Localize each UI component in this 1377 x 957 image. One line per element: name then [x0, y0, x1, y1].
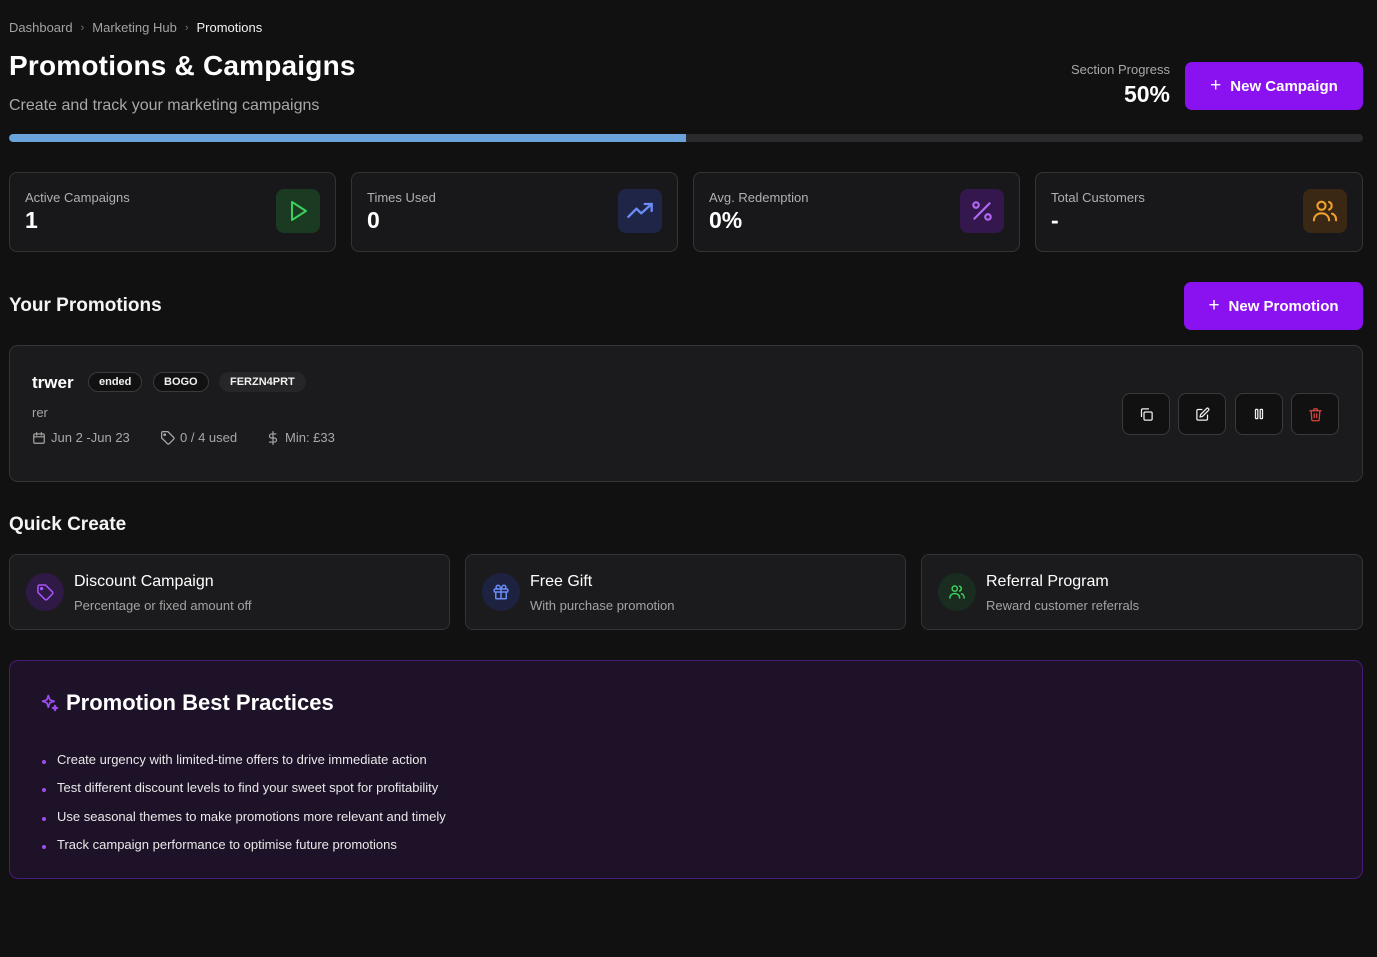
promotion-usage: 0 / 4 used — [160, 430, 237, 445]
breadcrumb: Dashboard › Marketing Hub › Promotions — [9, 20, 262, 35]
tag-icon — [26, 573, 64, 611]
breadcrumb-promotions: Promotions — [196, 20, 263, 35]
list-item: Test different discount levels to find y… — [40, 774, 446, 803]
bullet — [42, 845, 46, 850]
status-badge: ended — [88, 372, 143, 392]
tip-text: Create urgency with limited-time offers … — [57, 751, 427, 767]
delete-button[interactable] — [1291, 393, 1339, 435]
stat-value: 1 — [25, 207, 38, 233]
new-promotion-button[interactable]: + New Promotion — [1184, 282, 1363, 330]
minimum-text: Min: £33 — [285, 430, 335, 445]
chevron-right-icon: › — [80, 21, 85, 34]
quick-create-discount-campaign[interactable]: Discount Campaign Percentage or fixed am… — [9, 554, 450, 630]
promotion-description: rer — [32, 405, 48, 420]
users-icon — [938, 573, 976, 611]
bullet — [42, 759, 46, 764]
trending-up-icon — [618, 189, 662, 233]
users-icon — [1303, 189, 1347, 233]
list-item: Track campaign performance to optimise f… — [40, 831, 446, 860]
bullet — [42, 788, 46, 793]
bullet — [42, 816, 46, 821]
quick-create-title: Quick Create — [9, 514, 127, 535]
quick-create-title-text: Discount Campaign — [74, 573, 214, 590]
list-item: Create urgency with limited-time offers … — [40, 745, 446, 774]
stat-card-avg-redemption: Avg. Redemption 0% — [693, 172, 1020, 252]
duplicate-button[interactable] — [1122, 393, 1170, 435]
section-progress-value: 50% — [1123, 81, 1170, 107]
stat-value: 0 — [367, 207, 380, 233]
play-icon — [276, 189, 320, 233]
trash-icon — [1308, 407, 1322, 421]
best-practices-panel: Promotion Best Practices Create urgency … — [9, 660, 1363, 879]
stat-label: Active Campaigns — [25, 190, 130, 205]
quick-create-title-text: Free Gift — [530, 573, 593, 590]
page-subtitle: Create and track your marketing campaign… — [9, 97, 320, 114]
tip-text: Track campaign performance to optimise f… — [57, 837, 397, 853]
dates-text: Jun 2 -Jun 23 — [51, 430, 130, 445]
breadcrumb-dashboard[interactable]: Dashboard — [9, 20, 73, 35]
stat-value: 0% — [709, 207, 743, 233]
quick-create-subtitle: Reward customer referrals — [986, 598, 1140, 613]
promotion-name: trwer — [32, 373, 74, 392]
best-practices-title: Promotion Best Practices — [66, 690, 334, 715]
best-practices-list: Create urgency with limited-time offers … — [40, 745, 446, 859]
percent-icon — [960, 189, 1004, 233]
dollar-icon — [268, 430, 278, 445]
promotion-card: trwer ended BOGO FERZN4PRT rer Jun 2 -Ju… — [9, 345, 1363, 482]
list-item: Use seasonal themes to make promotions m… — [40, 802, 446, 831]
your-promotions-title: Your Promotions — [9, 295, 162, 316]
new-campaign-button[interactable]: + New Campaign — [1185, 62, 1363, 110]
stat-label: Avg. Redemption — [709, 190, 809, 205]
section-progress-label: Section Progress — [1071, 62, 1170, 77]
stat-value: - — [1051, 207, 1059, 233]
stat-label: Times Used — [367, 190, 436, 205]
usage-text: 0 / 4 used — [180, 430, 238, 445]
quick-create-subtitle: Percentage or fixed amount off — [74, 598, 252, 613]
type-badge: BOGO — [153, 372, 209, 392]
quick-create-free-gift[interactable]: Free Gift With purchase promotion — [465, 554, 906, 630]
sparkles-icon — [41, 694, 59, 712]
breadcrumb-marketing-hub[interactable]: Marketing Hub — [92, 20, 177, 35]
new-campaign-label: New Campaign — [1230, 77, 1338, 95]
stat-label: Total Customers — [1051, 190, 1145, 205]
quick-create-referral-program[interactable]: Referral Program Reward customer referra… — [921, 554, 1363, 630]
edit-button[interactable] — [1178, 393, 1226, 435]
tip-text: Use seasonal themes to make promotions m… — [57, 808, 446, 824]
section-progress-fill — [9, 134, 686, 142]
plus-icon: + — [1208, 294, 1220, 316]
code-badge: FERZN4PRT — [219, 372, 306, 392]
tip-text: Test different discount levels to find y… — [57, 780, 439, 796]
calendar-icon — [33, 431, 45, 444]
copy-icon — [1140, 407, 1153, 421]
gift-icon — [482, 573, 520, 611]
stat-card-total-customers: Total Customers - — [1035, 172, 1363, 252]
pause-button[interactable] — [1235, 393, 1283, 435]
chevron-right-icon: › — [184, 21, 189, 34]
stat-card-times-used: Times Used 0 — [351, 172, 678, 252]
quick-create-subtitle: With purchase promotion — [530, 598, 675, 613]
edit-icon — [1195, 407, 1209, 421]
tag-icon — [161, 431, 175, 445]
section-progress-bar — [9, 134, 1363, 142]
page-title: Promotions & Campaigns — [9, 50, 356, 81]
promotion-dates: Jun 2 -Jun 23 — [32, 430, 130, 445]
promotion-minimum: Min: £33 — [266, 430, 335, 445]
pause-icon — [1254, 408, 1264, 420]
plus-icon: + — [1210, 74, 1222, 96]
stat-card-active-campaigns: Active Campaigns 1 — [9, 172, 336, 252]
quick-create-title-text: Referral Program — [986, 573, 1109, 590]
new-promotion-label: New Promotion — [1228, 297, 1339, 315]
